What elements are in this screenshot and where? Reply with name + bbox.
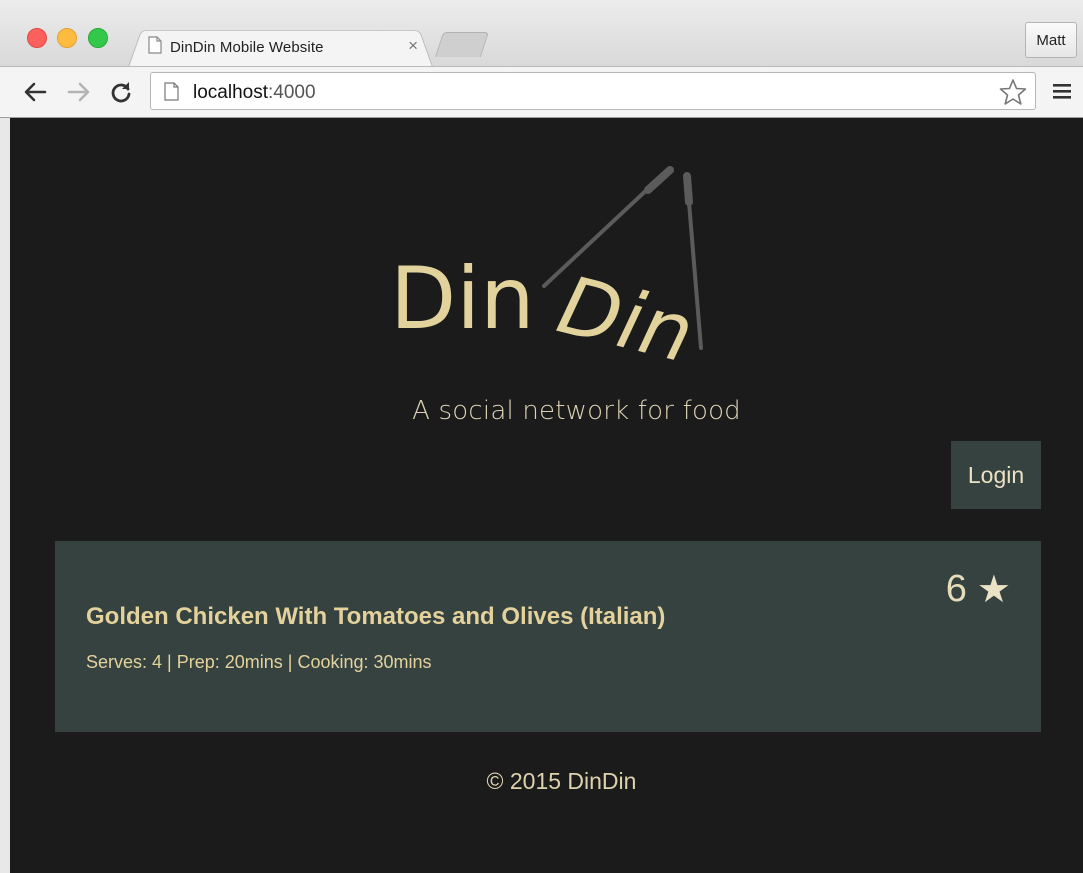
chopstick-left-grip xyxy=(644,166,674,194)
logo-word-right: Din xyxy=(549,258,702,381)
browser-window: DinDin Mobile Website × Matt localhost:4… xyxy=(0,0,1083,873)
hamburger-menu-icon[interactable] xyxy=(1053,83,1071,104)
star-icon: ★ xyxy=(976,569,1011,611)
recipe-card[interactable]: Golden Chicken With Tomatoes and Olives … xyxy=(55,541,1041,732)
login-button[interactable]: Login xyxy=(951,441,1041,509)
star-outline-icon[interactable] xyxy=(999,78,1027,111)
tab-title: DinDin Mobile Website xyxy=(170,38,324,56)
new-tab-button[interactable] xyxy=(434,32,490,57)
chopstick-right-grip xyxy=(683,172,693,206)
zoom-window-button[interactable] xyxy=(88,28,108,48)
tab-close-icon[interactable]: × xyxy=(408,36,418,56)
close-window-button[interactable] xyxy=(27,28,47,48)
address-bar[interactable]: localhost:4000 xyxy=(150,72,1036,110)
logo-word-left: Din xyxy=(390,249,535,349)
page-icon xyxy=(164,82,179,106)
profile-button[interactable]: Matt xyxy=(1025,22,1077,58)
forward-arrow-icon[interactable] xyxy=(64,77,94,107)
address-host: localhost xyxy=(193,82,268,103)
minimize-window-button[interactable] xyxy=(57,28,77,48)
reload-icon[interactable] xyxy=(106,77,136,107)
address-port: :4000 xyxy=(268,82,316,103)
browser-titlebar: DinDin Mobile Website × Matt xyxy=(0,0,1083,67)
browser-tab[interactable]: DinDin Mobile Website × xyxy=(148,34,428,60)
address-url: localhost:4000 xyxy=(193,82,316,104)
rating-value: 6 xyxy=(945,568,967,610)
back-arrow-icon[interactable] xyxy=(20,77,50,107)
recipe-meta: Serves: 4 | Prep: 20mins | Cooking: 30mi… xyxy=(86,652,432,672)
footer-copyright: © 2015 DinDin xyxy=(486,768,637,794)
page-icon xyxy=(148,35,162,59)
recipe-title[interactable]: Golden Chicken With Tomatoes and Olives … xyxy=(86,603,665,631)
recipe-rating: 6 ★ xyxy=(946,567,1011,612)
browser-toolbar: localhost:4000 xyxy=(0,66,1083,118)
tagline: A social network for food xyxy=(412,396,741,426)
dindin-logo: Din Din xyxy=(390,166,703,381)
page-content: Din Din A social network for food Login … xyxy=(10,118,1083,873)
